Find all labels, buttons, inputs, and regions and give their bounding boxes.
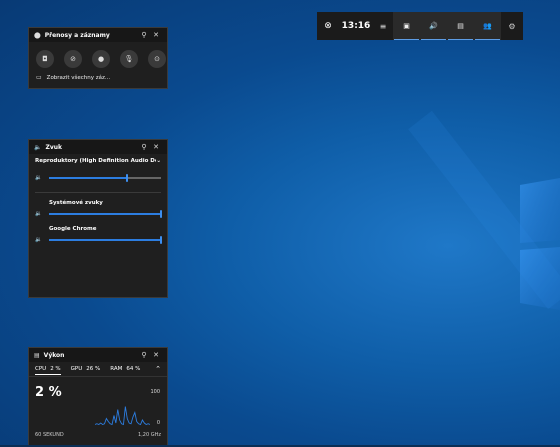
tab-cpu-label: CPU <box>35 365 47 372</box>
chevron-up-icon[interactable]: ⌃ <box>155 365 161 373</box>
master-volume-slider[interactable] <box>49 174 161 183</box>
record-last-button[interactable]: ⊘ <box>64 50 82 68</box>
close-icon[interactable]: ✕ <box>150 31 162 39</box>
device-name: Reproduktory (High Definition Audio Devi… <box>35 158 156 164</box>
record-button[interactable]: ● <box>92 50 110 68</box>
chrome-volume-thumb[interactable] <box>160 236 162 245</box>
master-volume-fill <box>49 177 128 179</box>
close-icon[interactable]: ✕ <box>150 143 162 151</box>
system-volume-thumb[interactable] <box>160 210 162 219</box>
divider <box>35 192 161 193</box>
pin-icon[interactable]: ⚲ <box>138 143 150 151</box>
cpu-usage-value: 2 % <box>35 385 62 400</box>
record-last-icon: ⊘ <box>70 55 76 63</box>
capture-header: ⬤ Přenosy a záznamy ⚲ ✕ <box>29 28 167 42</box>
record-icon: ● <box>97 55 105 63</box>
broadcast-icon: ⊙ <box>154 55 160 63</box>
system-volume-fill <box>49 213 161 215</box>
volume-icon: 🔉 <box>35 175 42 181</box>
monitor-icon: ▭ <box>36 74 42 81</box>
graph-axis-min: 0 <box>156 420 160 426</box>
capture-widget: ⬤ Přenosy a záznamy ⚲ ✕ ◘ ⊘ ● 🎙 ⊙ ▭ Zobr… <box>28 27 168 89</box>
mic-off-icon: 🎙 <box>124 55 134 63</box>
game-bar: ⊗ 13:16 ≡ ▣ 🔊 ▤ 👥 ⚙ <box>317 12 523 40</box>
cpu-usage-graph <box>95 406 150 426</box>
system-volume-slider[interactable] <box>49 210 162 219</box>
cpu-frequency: 1,20 GHz <box>138 432 161 438</box>
screenshot-button[interactable]: ◘ <box>36 50 54 68</box>
broadcast-button[interactable]: ⊙ <box>148 50 166 68</box>
pin-icon[interactable]: ⚲ <box>138 31 150 39</box>
chevron-down-icon: ⌄ <box>156 158 161 164</box>
pin-icon[interactable]: ⚲ <box>138 351 150 359</box>
close-icon[interactable]: ✕ <box>150 351 162 359</box>
tab-gpu[interactable]: GPU 26 % <box>71 364 101 374</box>
volume-icon: 🔉 <box>35 211 42 217</box>
performance-widget-button[interactable]: ▤ <box>448 12 473 40</box>
chrome-volume-slider[interactable] <box>49 236 162 245</box>
tab-ram[interactable]: RAM 64 % <box>110 364 140 374</box>
capture-widget-button[interactable]: ▣ <box>394 12 419 40</box>
tab-gpu-value: 26 % <box>86 366 101 372</box>
system-volume-row: 🔉 <box>29 208 167 220</box>
graph-timespan: 60 SEKUND <box>35 432 64 438</box>
speaker-icon: 🔈 <box>34 143 42 151</box>
tab-gpu-label: GPU <box>70 366 83 372</box>
menu-icon[interactable]: ≡ <box>373 12 393 40</box>
tab-cpu[interactable]: CPU 2 % <box>35 364 61 375</box>
widget-buttons: ▣ 🔊 ▤ 👥 <box>393 12 501 40</box>
graph-axis-max: 100 <box>150 389 160 395</box>
sound-header: 🔈 Zvuk ⚲ ✕ <box>29 140 167 154</box>
sound-widget: 🔈 Zvuk ⚲ ✕ Reproduktory (High Definition… <box>28 139 168 298</box>
perf-title: Výkon <box>43 351 65 359</box>
show-all-label: Zobrazit všechny záz... <box>46 74 111 81</box>
chrome-volume-fill <box>49 239 161 241</box>
tab-ram-value: 64 % <box>126 366 141 372</box>
xbox-icon[interactable]: ⊗ <box>317 12 339 40</box>
chrome-volume-row: 🔉 <box>29 234 167 246</box>
cpu-usage-line <box>95 406 150 426</box>
settings-icon[interactable]: ⚙ <box>501 12 523 40</box>
speaker-icon: 🔊 <box>429 21 438 30</box>
app-name-chrome: Google Chrome <box>49 226 97 232</box>
tab-cpu-value: 2 % <box>50 365 61 372</box>
performance-icon: ▤ <box>34 351 40 359</box>
sound-widget-button[interactable]: 🔊 <box>421 12 446 40</box>
tab-ram-label: RAM <box>110 366 123 372</box>
mic-toggle-button[interactable]: 🎙 <box>120 50 138 68</box>
perf-tabs: CPU 2 % GPU 26 % RAM 64 % ⌃ <box>29 362 167 377</box>
people-icon: 👥 <box>483 21 492 30</box>
capture-title: Přenosy a záznamy <box>44 31 110 39</box>
performance-widget: ▤ Výkon ⚲ ✕ CPU 2 % GPU 26 % RAM 64 % ⌃ 2 %… <box>28 347 168 447</box>
capture-widget-icon: ⬤ <box>34 31 41 39</box>
clock: 13:16 <box>341 21 371 31</box>
volume-icon: 🔉 <box>35 237 42 243</box>
device-select[interactable]: Reproduktory (High Definition Audio Devi… <box>29 154 167 164</box>
capture-icon: ▣ <box>403 21 410 30</box>
master-volume-row: 🔉 <box>29 172 167 184</box>
app-name-system: Systémové zvuky <box>49 200 103 206</box>
social-widget-button[interactable]: 👥 <box>475 12 500 40</box>
performance-icon: ▤ <box>457 21 464 30</box>
camera-icon: ◘ <box>42 55 48 63</box>
perf-header: ▤ Výkon ⚲ ✕ <box>29 348 167 362</box>
sound-title: Zvuk <box>45 143 63 151</box>
show-all-captures-link[interactable]: ▭ Zobrazit všechny záz... <box>29 68 167 81</box>
master-volume-thumb[interactable] <box>126 174 129 183</box>
